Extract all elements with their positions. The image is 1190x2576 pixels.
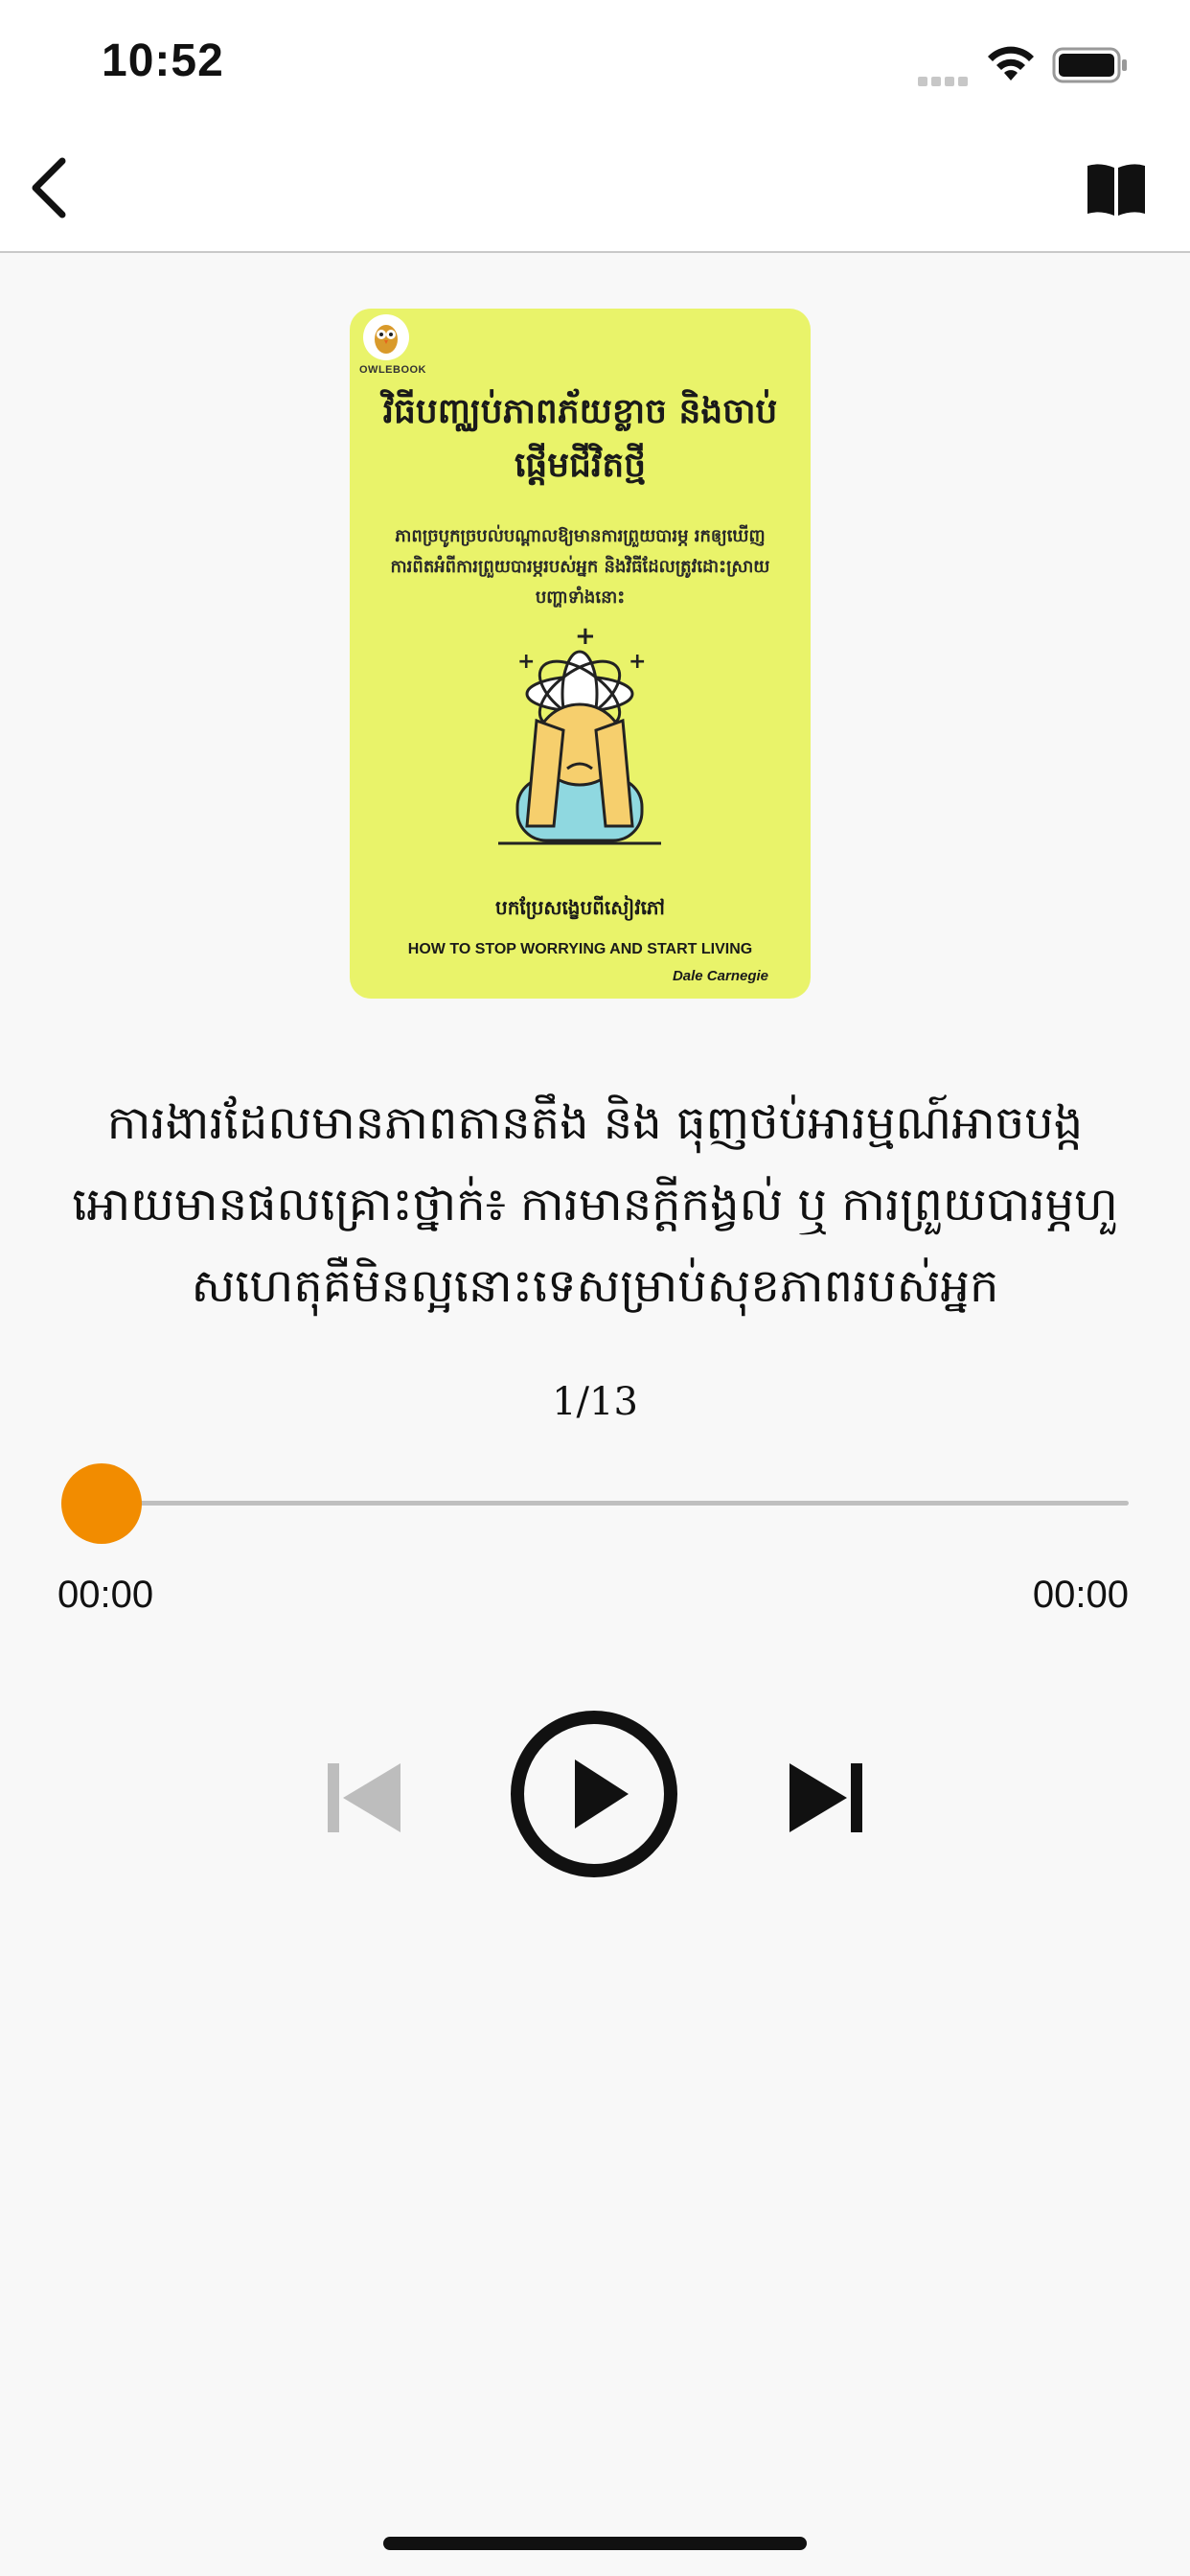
cover-translated-label: បកប្រែសង្ខេបពីសៀវភៅ xyxy=(495,896,665,919)
elapsed-time: 00:00 xyxy=(57,1574,154,1616)
cover-publisher: OWLEBOOK xyxy=(359,364,426,376)
progress-slider[interactable] xyxy=(61,1461,1129,1544)
svg-text:+: + xyxy=(575,625,596,651)
previous-button[interactable] xyxy=(324,1758,404,1838)
cover-author: Dale Carnegie xyxy=(672,968,768,984)
next-button[interactable] xyxy=(786,1758,866,1838)
status-bar: 10:52 xyxy=(0,0,1190,125)
wifi-icon xyxy=(985,44,1037,86)
cover-subtitle: ភាពច្របូកច្របល់បណ្តាលឱ្យមានការព្រួយបារម្… xyxy=(390,526,770,608)
book-cover: OWLEBOOK វិធីបញ្ឈប់ភាពភ័យខ្លាច និងចាប់ផ្… xyxy=(350,309,811,999)
slider-thumb[interactable] xyxy=(61,1463,142,1544)
open-book-icon xyxy=(1087,164,1145,216)
navigation-bar xyxy=(0,125,1190,253)
page-indicator: 1/13 xyxy=(552,1380,638,1424)
home-indicator xyxy=(383,2537,807,2550)
skip-next-icon xyxy=(790,1763,862,1832)
svg-text:+: + xyxy=(517,650,535,674)
chevron-left-icon xyxy=(32,157,66,218)
slider-track[interactable] xyxy=(103,1501,1129,1506)
worried-person-illustration: + + + xyxy=(460,622,699,864)
back-button[interactable] xyxy=(15,153,82,222)
play-icon xyxy=(511,1711,677,1877)
play-button[interactable] xyxy=(510,1710,678,1878)
owl-logo-icon xyxy=(363,314,409,360)
svg-text:+: + xyxy=(629,650,646,674)
cellular-signal-icon xyxy=(918,72,973,86)
book-button[interactable] xyxy=(1083,158,1150,219)
total-time: 00:00 xyxy=(1032,1574,1129,1616)
cover-english-title: HOW TO STOP WORRYING AND START LIVING xyxy=(407,941,753,957)
cover-title: វិធីបញ្ឈប់ភាពភ័យខ្លាច និងចាប់ផ្តើមជីវិតថ… xyxy=(382,392,778,485)
battery-icon xyxy=(1052,46,1129,88)
skip-previous-icon xyxy=(328,1763,400,1832)
chapter-quote: ការងារដែលមានភាពតានតឹង និង ធុញថប់អារម្មណ៍… xyxy=(72,1096,1118,1313)
status-time: 10:52 xyxy=(102,35,224,86)
